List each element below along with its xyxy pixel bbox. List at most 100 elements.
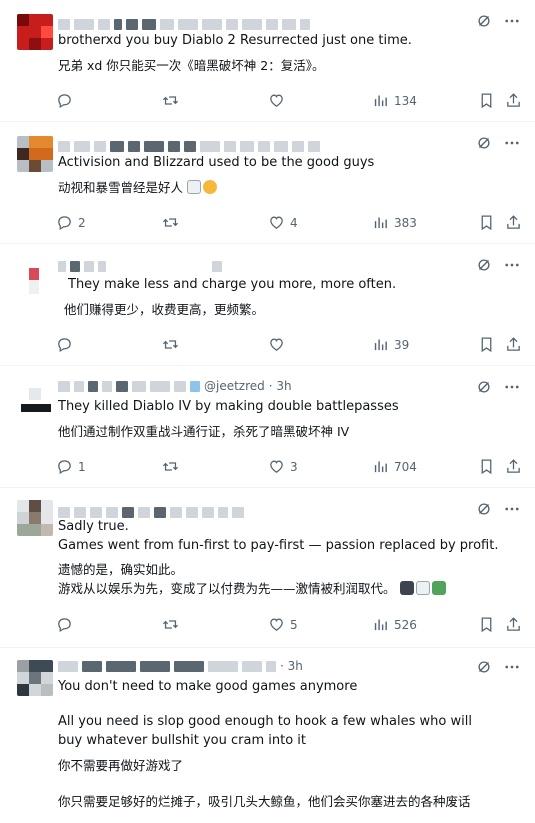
tweet-text-en: You don't need to make good games anymor… [58, 679, 358, 694]
avatar[interactable] [17, 660, 53, 696]
share-button[interactable] [505, 92, 522, 109]
views-button[interactable]: 526 [372, 616, 417, 633]
bookmark-icon [478, 92, 495, 109]
like-button[interactable]: 3 [268, 458, 298, 475]
tweet-1[interactable]: brotherxd you buy Diablo 2 Resurrected j… [0, 0, 535, 122]
reply-button[interactable]: 1 [56, 458, 86, 475]
bookmark-button[interactable] [478, 92, 495, 109]
views-button[interactable]: 383 [372, 214, 417, 231]
reply-icon [56, 458, 73, 475]
heart-icon [268, 336, 285, 353]
views-icon [372, 214, 389, 231]
more-icon[interactable] [503, 256, 521, 274]
heart-icon [268, 458, 285, 475]
tweet-4[interactable]: @jeetzred · 3h They killed Diablo IV by … [0, 366, 535, 488]
views-button[interactable]: 39 [372, 336, 409, 353]
repost-icon [162, 92, 179, 109]
tweet-text-zh: 你不需要再做好游戏了 [58, 758, 184, 773]
avatar[interactable] [17, 260, 53, 296]
like-button[interactable]: 4 [268, 214, 298, 231]
views-button[interactable]: 134 [372, 92, 417, 109]
tweet-handle[interactable]: @jeetzred [204, 379, 265, 393]
grok-icon[interactable] [475, 256, 493, 274]
bookmark-button[interactable] [478, 616, 495, 633]
more-icon[interactable] [503, 378, 521, 396]
share-icon [505, 616, 522, 633]
grok-icon[interactable] [475, 134, 493, 152]
tweet-2[interactable]: Activision and Blizzard used to be the g… [0, 122, 535, 244]
tweet-header [58, 260, 222, 272]
more-icon[interactable] [503, 134, 521, 152]
like-button[interactable] [268, 92, 290, 109]
bookmark-icon [478, 616, 495, 633]
reply-button[interactable] [56, 616, 78, 633]
repost-button[interactable] [162, 616, 179, 633]
more-icon[interactable] [503, 658, 521, 676]
tweet-text-zh: 遗憾的是，确实如此。 游戏从以娱乐为先，变成了以付费为先——激情被利润取代。 [58, 562, 396, 596]
share-button[interactable] [505, 458, 522, 475]
reply-icon [56, 336, 73, 353]
bookmark-icon [478, 458, 495, 475]
tweet-time[interactable]: · 3h [280, 659, 303, 673]
tweet-text-en-2: All you need is slop good enough to hook… [58, 714, 477, 748]
tweet-5[interactable]: Sadly true. Games went from fun-first to… [0, 488, 535, 648]
views-icon [372, 336, 389, 353]
tweet-text-en: They make less and charge you more, more… [68, 277, 397, 292]
repost-button[interactable] [162, 92, 179, 109]
tweet-header [58, 18, 310, 30]
repost-icon [162, 616, 179, 633]
grok-icon[interactable] [475, 378, 493, 396]
tweet-header: @jeetzred · 3h [58, 379, 292, 393]
reply-icon [56, 214, 73, 231]
repost-icon [162, 458, 179, 475]
tweet-text-zh: 动视和暴雪曾经是好人 [58, 180, 184, 195]
share-icon [505, 458, 522, 475]
share-button[interactable] [505, 336, 522, 353]
views-button[interactable]: 704 [372, 458, 417, 475]
bookmark-button[interactable] [478, 336, 495, 353]
tweet-time[interactable]: · 3h [269, 379, 292, 393]
repost-icon [162, 214, 179, 231]
tweet-header: · 3h [58, 659, 303, 673]
more-icon[interactable] [503, 500, 521, 518]
grok-icon[interactable] [475, 500, 493, 518]
reply-icon [56, 616, 73, 633]
avatar[interactable] [17, 380, 53, 416]
repost-button[interactable] [162, 458, 179, 475]
tweet-text-en: Activision and Blizzard used to be the g… [58, 155, 375, 170]
avatar[interactable] [17, 14, 53, 50]
more-icon[interactable] [503, 12, 521, 30]
repost-button[interactable] [162, 336, 179, 353]
bookmark-button[interactable] [478, 458, 495, 475]
flushed-face-emoji [203, 180, 217, 194]
reply-button[interactable] [56, 336, 78, 353]
repost-icon [162, 336, 179, 353]
grok-icon[interactable] [475, 658, 493, 676]
heart-icon [268, 616, 285, 633]
tweet-6[interactable]: · 3h You don't need to make good games a… [0, 648, 535, 823]
bookmark-icon [478, 214, 495, 231]
tweet-text-zh: 兄弟 xd 你只能买一次《暗黑破坏神 2：复活》。 [58, 58, 325, 73]
repost-button[interactable] [162, 214, 179, 231]
bookmark-button[interactable] [478, 214, 495, 231]
reply-button[interactable]: 2 [56, 214, 86, 231]
reply-icon [56, 92, 73, 109]
share-button[interactable] [505, 214, 522, 231]
views-icon [372, 616, 389, 633]
avatar[interactable] [17, 500, 53, 536]
grok-icon[interactable] [475, 12, 493, 30]
like-button[interactable] [268, 336, 290, 353]
tweet-text-zh-line: 动视和暴雪曾经是好人 [58, 178, 518, 197]
tweet-text-en: Sadly true. Games went from fun-first to… [58, 519, 499, 553]
reply-button[interactable] [56, 92, 78, 109]
tweet-3[interactable]: They make less and charge you more, more… [0, 244, 535, 366]
like-button[interactable]: 5 [268, 616, 298, 633]
views-icon [372, 92, 389, 109]
game-controller-emoji [399, 581, 414, 595]
share-icon [505, 336, 522, 353]
tweet-text-en: They killed Diablo IV by making double b… [58, 399, 399, 414]
avatar[interactable] [17, 136, 53, 172]
share-button[interactable] [505, 616, 522, 633]
broken-image-icon [415, 581, 430, 595]
share-icon [505, 92, 522, 109]
